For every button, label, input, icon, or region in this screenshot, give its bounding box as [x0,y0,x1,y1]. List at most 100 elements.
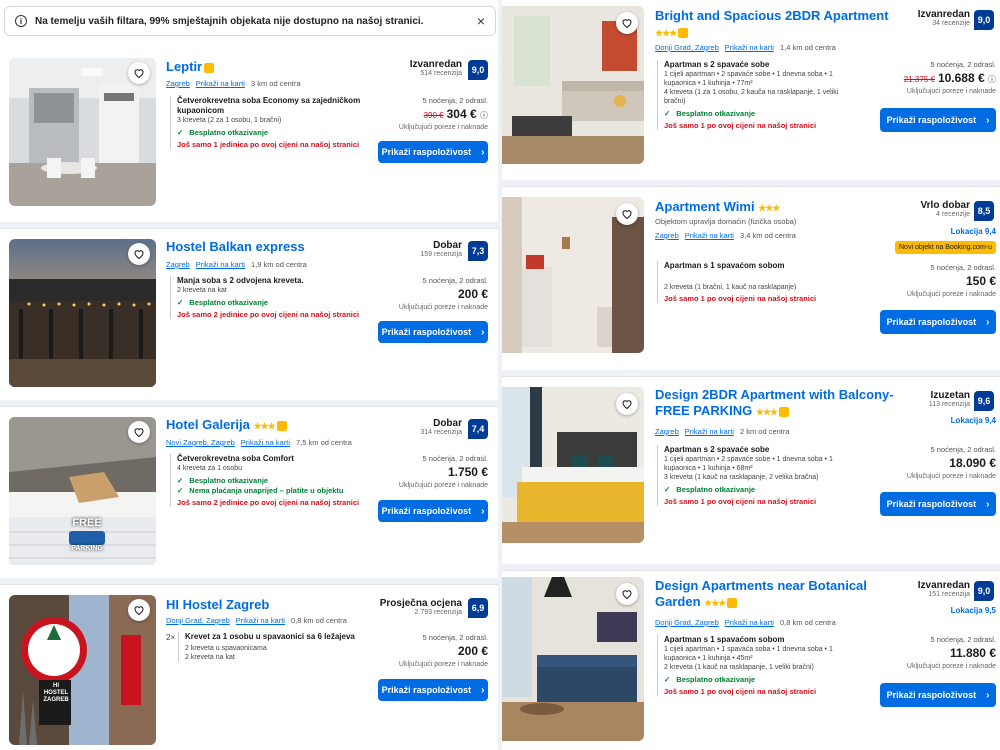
wishlist-heart-icon[interactable] [128,599,150,621]
show-availability-button[interactable]: Prikaži raspoloživost › [880,683,996,707]
property-location: Novi Zagreb, Zagreb Prikaži na karti 7,5 k… [166,438,352,447]
review-score[interactable]: 8,5 [974,201,994,221]
review-score[interactable]: 9,0 [468,60,488,80]
new-property-badge: Novi objekt na Booking.com-u [895,241,996,254]
price: 21.375 €10.688 € ⓘ [903,71,996,85]
review-summary[interactable]: Prosječna ocjena 2.793 recenzija [380,598,462,616]
location-score[interactable]: Lokacija 9,4 [951,227,996,236]
checkmark-icon: ✓ [177,486,184,495]
review-summary[interactable]: Dobar 159 recenzija [420,240,462,258]
review-summary[interactable]: Vrlo dobar 4 recenzije [921,200,970,218]
review-summary[interactable]: Izuzetan 113 recenzija [929,390,970,408]
review-score[interactable]: 6,9 [468,598,488,618]
price: 1.750 € [447,465,488,479]
room-type: Apartman s 2 spavaće sobe [664,60,770,69]
price: 11.880 € [949,646,996,660]
wishlist-heart-icon[interactable] [616,203,638,225]
map-link[interactable]: Prikaži na karti [241,438,290,447]
show-availability-button[interactable]: Prikaži raspoloživost › [880,108,996,132]
property-title[interactable]: Design 2BDR Apartment with Balcony-FREE … [655,387,910,420]
distance-text: 0,8 km od centra [290,616,347,625]
city-link[interactable]: Donji Grad, Zagreb [655,43,719,52]
review-score[interactable]: 9,0 [974,10,994,30]
price: 18.090 € [949,456,996,470]
hostel-sign-text: HI HOSTEL ZAGREB [43,683,69,703]
checkmark-icon: ✓ [664,675,671,684]
wishlist-heart-icon[interactable] [616,393,638,415]
city-link[interactable]: Donji Grad, Zagreb [166,616,230,625]
chevron-right-icon: › [986,498,990,510]
old-price: 390 € [423,111,444,120]
chevron-right-icon: › [481,326,485,338]
room-type: Apartman s 1 spavaćom sobom [664,635,785,644]
thumbs-up-icon [678,27,689,38]
city-link[interactable]: Zagreb [166,79,190,88]
distance-text: 7,5 km od centra [295,438,352,447]
review-score[interactable]: 9,0 [974,581,994,601]
review-summary[interactable]: Izvanredan 514 recenzija [410,59,462,77]
map-link[interactable]: Prikaži na karti [685,231,734,240]
room-details: Četverokrevetna soba Comfort 4 kreveta z… [170,454,370,507]
tax-note: Uključujući poreze i naknade [398,661,488,668]
tax-note: Uključujući poreze i naknade [906,88,996,95]
wishlist-heart-icon[interactable] [128,421,150,443]
right-results-column: Bright and Spacious 2BDR Apartment ★★★ Do… [502,0,1000,750]
star-rating: ★★★ [253,421,275,431]
room-type: Apartman s 2 spavaće sobe [664,445,770,454]
wishlist-heart-icon[interactable] [616,12,638,34]
city-link[interactable]: Donji Grad, Zagreb [655,618,719,627]
free-cancellation: ✓ Besplatno otkazivanje [664,485,756,494]
map-link[interactable]: Prikaži na karti [236,616,285,625]
show-availability-button[interactable]: Prikaži raspoloživost › [378,141,488,163]
property-title[interactable]: HI Hostel Zagreb [166,597,269,613]
property-title[interactable]: Apartment Wimi ★★★ [655,199,780,216]
review-summary[interactable]: Izvanredan 151 recenzija [918,580,970,598]
property-title[interactable]: Bright and Spacious 2BDR Apartment ★★★ [655,8,915,41]
property-card-leptir: Leptir Zagreb Prikaži na karti 3 km od cen… [0,48,498,218]
stay-length: 5 noćenja, 2 odrasl. [422,633,488,642]
distance-text: 1,9 km od centra [250,260,307,269]
location-score[interactable]: Lokacija 9,4 [951,416,996,425]
property-title[interactable]: Hotel Galerija ★★★ [166,417,287,434]
map-link[interactable]: Prikaži na karti [725,43,774,52]
host-type: Objektom upravlja domaćin (fizička osoba… [655,217,797,226]
wishlist-heart-icon[interactable] [128,243,150,265]
property-title[interactable]: Design Apartments near Botanical Garden … [655,578,905,611]
show-availability-button[interactable]: Prikaži raspoloživost › [880,492,996,516]
map-link[interactable]: Prikaži na karti [685,427,734,436]
rating-word: Izvanredan [409,59,462,70]
review-summary[interactable]: Dobar 314 recenzija [420,418,462,436]
city-link[interactable]: Zagreb [655,231,679,240]
map-link[interactable]: Prikaži na karti [725,618,774,627]
chevron-right-icon: › [986,316,990,328]
property-card-bright-spacious-2bdr: Bright and Spacious 2BDR Apartment ★★★ Do… [502,0,1000,176]
city-link[interactable]: Zagreb [166,260,190,269]
stay-length: 5 noćenja, 2 odrasl. [930,445,996,454]
star-rating: ★★★ [704,598,726,608]
scarcity-message: Još samo 2 jedinice po ovoj cijeni na na… [177,498,360,507]
review-summary[interactable]: Izvanredan 34 recenzije [918,9,970,27]
map-link[interactable]: Prikaži na karti [196,260,245,269]
review-score[interactable]: 9,6 [974,391,994,411]
property-title[interactable]: Hostel Balkan express [166,239,305,255]
price-info-icon[interactable]: ⓘ [480,111,488,120]
review-count: 34 recenzije [932,20,970,27]
price-block: 5 noćenja, 2 odrasl. 21.375 €10.688 € ⓘ … [904,60,996,95]
show-availability-button[interactable]: Prikaži raspoloživost › [378,679,488,701]
property-title[interactable]: Leptir [166,59,215,75]
wishlist-heart-icon[interactable] [616,583,638,605]
price-info-icon[interactable]: ⓘ [988,75,996,84]
location-score[interactable]: Lokacija 9,5 [951,606,996,615]
review-score[interactable]: 7,4 [468,419,488,439]
show-availability-button[interactable]: Prikaži raspoloživost › [880,310,996,334]
review-score[interactable]: 7,3 [468,241,488,261]
city-link[interactable]: Novi Zagreb, Zagreb [166,438,235,447]
map-link[interactable]: Prikaži na karti [196,79,245,88]
city-link[interactable]: Zagreb [655,427,679,436]
show-availability-button[interactable]: Prikaži raspoloživost › [378,500,488,522]
price-block: 5 noćenja, 2 odrasl. 150 € Uključujući p… [907,263,996,298]
show-availability-button[interactable]: Prikaži raspoloživost › [378,321,488,343]
close-icon[interactable]: × [477,13,485,29]
wishlist-heart-icon[interactable] [128,62,150,84]
scarcity-message: Još samo 1 po ovoj cijeni na našoj stran… [664,497,817,506]
